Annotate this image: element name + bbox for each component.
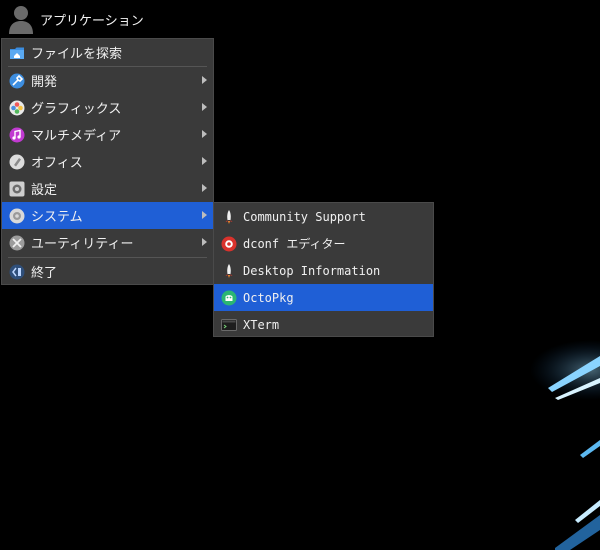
submenu-item-label: Desktop Information: [243, 263, 381, 278]
menu-item-label: オフィス: [31, 156, 83, 171]
multimedia-icon: [9, 127, 25, 142]
settings-icon: [9, 181, 25, 196]
menu-item-utilities[interactable]: ユーティリティー: [2, 229, 213, 256]
submenu-arrow-icon: [202, 211, 207, 219]
menu-item-label: 終了: [31, 266, 58, 281]
submenu-item-label: dconf エディター: [243, 237, 346, 251]
dconf-editor-icon: [221, 236, 237, 251]
logout-icon: [9, 264, 25, 279]
user-avatar-icon: [9, 6, 33, 34]
submenu-arrow-icon: [202, 103, 207, 111]
menu-item-label: マルチメディア: [31, 129, 122, 144]
submenu-item-community-support[interactable]: Community Support: [214, 203, 433, 230]
launcher-label: アプリケーション: [40, 13, 144, 29]
folder-home-icon: [10, 47, 24, 59]
submenu-item-label: OctoPkg: [243, 290, 294, 305]
rocket-icon: [225, 209, 233, 224]
system-icon: [9, 208, 25, 223]
office-icon: [9, 154, 25, 169]
submenu-item-dconf-editor[interactable]: dconf エディター: [214, 230, 433, 257]
development-icon: [9, 73, 25, 88]
menu-item-settings[interactable]: 設定: [2, 175, 213, 202]
menu-item-office[interactable]: オフィス: [2, 148, 213, 175]
menu-item-label: システム: [31, 210, 83, 225]
rocket-icon: [225, 263, 233, 278]
menu-item-development[interactable]: 開発: [2, 67, 213, 94]
menu-item-file-explorer[interactable]: ファイルを探索: [2, 39, 213, 66]
menu-item-label: 開発: [31, 75, 58, 90]
menu-item-graphics[interactable]: グラフィックス: [2, 94, 213, 121]
menu-item-label: ファイルを探索: [31, 47, 123, 62]
octopkg-icon: [221, 290, 237, 305]
submenu-item-xterm[interactable]: XTerm: [214, 311, 433, 338]
menu-item-label: ユーティリティー: [31, 237, 134, 252]
graphics-icon: [9, 100, 25, 115]
menu-item-label: 設定: [31, 183, 58, 198]
submenu-arrow-icon: [202, 76, 207, 84]
terminal-icon: [221, 318, 237, 331]
submenu-arrow-icon: [202, 238, 207, 246]
submenu-item-label: XTerm: [243, 317, 280, 332]
submenu-arrow-icon: [202, 157, 207, 165]
utilities-icon: [9, 235, 25, 250]
submenu-item-label: Community Support: [243, 209, 366, 224]
submenu-arrow-icon: [202, 184, 207, 192]
applications-menu: ファイルを探索 開発 グラフィックス マルチメディア オフィス 設定 システム …: [1, 38, 214, 285]
menu-item-label: グラフィックス: [31, 102, 122, 117]
system-submenu: Community Support dconf エディター Desktop In…: [213, 202, 434, 337]
menu-item-multimedia[interactable]: マルチメディア: [2, 121, 213, 148]
applications-launcher[interactable]: アプリケーション: [0, 0, 214, 38]
menu-item-system[interactable]: システム: [2, 202, 213, 229]
menu-item-logout[interactable]: 終了: [2, 258, 213, 285]
submenu-arrow-icon: [202, 130, 207, 138]
submenu-item-octopkg[interactable]: OctoPkg: [214, 284, 433, 311]
submenu-item-desktop-information[interactable]: Desktop Information: [214, 257, 433, 284]
